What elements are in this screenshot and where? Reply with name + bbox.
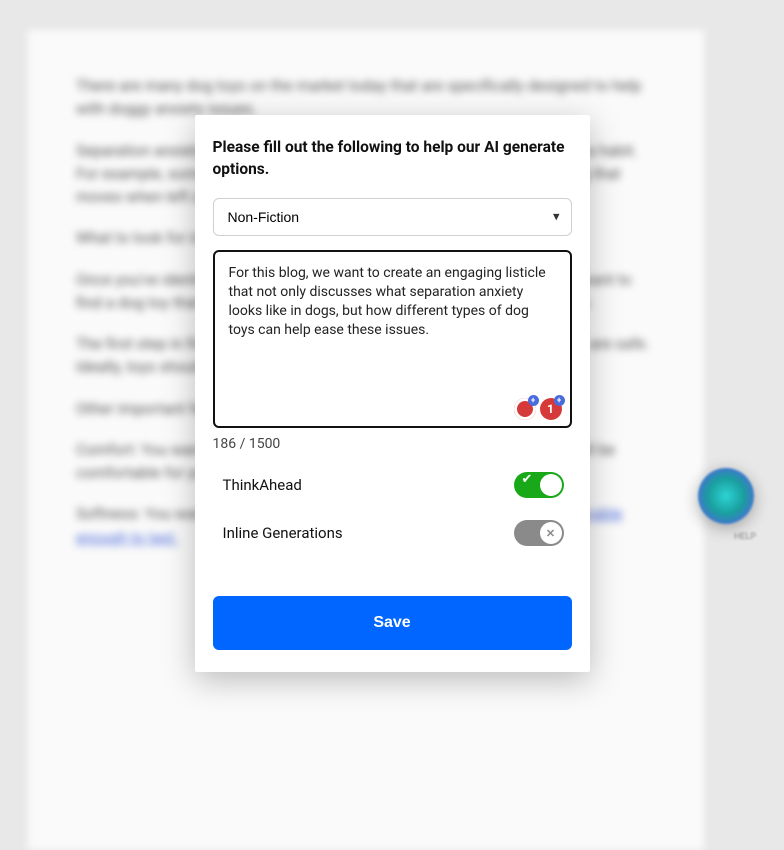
modal-title: Please fill out the following to help ou…	[213, 137, 572, 180]
toggle-knob: ✕	[540, 522, 562, 544]
inline-gen-toggle[interactable]: ✕	[514, 520, 564, 546]
genre-select-wrap: Non-Fiction ▾	[213, 198, 572, 236]
save-button[interactable]: Save	[213, 596, 572, 650]
prompt-textarea-wrap: + 1 +	[213, 250, 572, 432]
plus-icon: +	[554, 395, 565, 406]
plus-icon: +	[528, 395, 539, 406]
ai-settings-modal: Please fill out the following to help ou…	[195, 115, 590, 672]
count-badge-value: 1	[547, 402, 554, 416]
check-icon: ✔	[522, 472, 533, 487]
toggle-row-thinkahead: ThinkAhead ✔	[213, 472, 572, 498]
target-icon[interactable]: +	[514, 398, 536, 420]
thinkahead-toggle[interactable]: ✔	[514, 472, 564, 498]
toggle-knob	[540, 474, 562, 496]
char-count: 186 / 1500	[213, 436, 572, 452]
thinkahead-label: ThinkAhead	[223, 476, 302, 494]
inline-gen-label: Inline Generations	[223, 524, 343, 542]
textarea-badges: + 1 +	[514, 398, 562, 420]
count-badge[interactable]: 1 +	[540, 398, 562, 420]
genre-select[interactable]: Non-Fiction	[213, 198, 572, 236]
toggle-row-inline: Inline Generations ✕	[213, 520, 572, 546]
modal-overlay: Please fill out the following to help ou…	[0, 0, 784, 846]
